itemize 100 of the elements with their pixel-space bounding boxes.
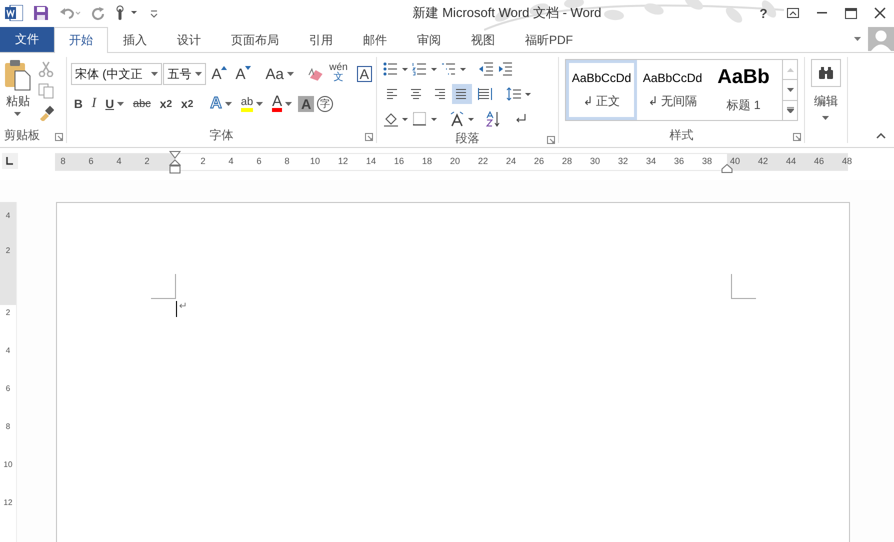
down-triangle-icon <box>245 66 252 70</box>
eraser-icon[interactable] <box>306 66 324 82</box>
customize-toolbar-icon[interactable] <box>149 8 159 18</box>
ruler-number: 12 <box>336 156 349 166</box>
tab-selector-icon[interactable] <box>2 153 18 169</box>
dialog-launcher-icon[interactable] <box>547 136 555 144</box>
text-effects-button[interactable]: A <box>207 93 235 115</box>
ruler-number: 32 <box>616 156 629 166</box>
margin-corner-mark <box>731 274 756 299</box>
up-triangle-icon <box>221 66 228 70</box>
ruler-number: 38 <box>700 156 713 166</box>
group-label: 字体 <box>210 127 234 144</box>
binoculars-icon <box>818 66 834 80</box>
group-label: 段落 <box>456 130 480 147</box>
ribbon-tab[interactable]: 开始 <box>54 27 108 53</box>
decrease-indent-icon[interactable] <box>478 62 494 76</box>
ribbon-tab[interactable]: 视图 <box>456 28 510 52</box>
ruler-number: 24 <box>504 156 517 166</box>
font-color-button[interactable]: A <box>269 93 296 115</box>
ribbon-tab[interactable]: 审阅 <box>402 28 456 52</box>
ribbon-tab[interactable]: 插入 <box>108 28 162 52</box>
caret-icon <box>256 102 264 106</box>
minimize-icon <box>816 12 826 14</box>
ribbon-tab[interactable]: 页面布局 <box>216 28 294 52</box>
strikethrough-button[interactable]: abc <box>130 93 154 115</box>
document-page[interactable]: ↵ <box>56 202 850 542</box>
align-lines-icon <box>409 88 423 100</box>
ruler-number: 6 <box>87 156 94 166</box>
ruler-number: 14 <box>364 156 377 166</box>
caret-icon[interactable] <box>854 36 862 42</box>
shrink-font-button[interactable]: A <box>232 63 254 85</box>
ruler-number: 26 <box>532 156 545 166</box>
undo-icon[interactable] <box>59 6 81 20</box>
style-option[interactable]: AaBb 标题 1 <box>708 60 779 120</box>
bullets-icon[interactable] <box>383 62 409 76</box>
font-size-field[interactable]: 五号 <box>163 63 206 85</box>
touch-mode-icon[interactable] <box>115 5 139 21</box>
align-lines-icon <box>478 88 492 100</box>
shading-icon[interactable] <box>383 111 409 127</box>
ruler-number: 44 <box>784 156 797 166</box>
dialog-launcher-icon[interactable] <box>55 133 63 141</box>
more-arrow-icon <box>786 107 794 114</box>
dialog-launcher-icon[interactable] <box>365 133 373 141</box>
text-cursor <box>176 301 177 317</box>
ruler-number: 40 <box>728 156 741 166</box>
character-border-button[interactable]: A <box>356 66 372 82</box>
character-shading-button[interactable]: A <box>298 96 314 112</box>
borders-icon[interactable] <box>412 111 438 127</box>
style-option[interactable]: AaBbCcDd ↲ 正文 <box>566 60 637 120</box>
change-case-button[interactable]: Aa <box>262 63 297 85</box>
window-title: 新建 Microsoft Word 文档 - Word <box>412 4 602 22</box>
file-tab[interactable]: 文件 <box>0 27 54 52</box>
text-direction-icon[interactable] <box>449 111 475 127</box>
paste-button[interactable]: 粘贴 <box>2 59 34 126</box>
font-name-field[interactable]: 宋体 (中文正 <box>71 63 162 85</box>
redo-icon[interactable] <box>91 6 105 20</box>
ruler-number: 20 <box>448 156 461 166</box>
ruler-number: 18 <box>420 156 433 166</box>
ruler-number: 30 <box>588 156 601 166</box>
up-arrow-icon <box>786 68 794 72</box>
ruler-number: 2 <box>6 246 10 256</box>
right-indent-marker-icon[interactable] <box>721 164 733 173</box>
ruler-number: 2 <box>199 156 206 166</box>
ruler-number: 8 <box>59 156 66 166</box>
ruler-number: 4 <box>115 156 122 166</box>
underline-button[interactable]: U <box>102 93 128 115</box>
bold-button[interactable]: B <box>71 93 86 115</box>
ruler-number: 8 <box>283 156 290 166</box>
caret-icon <box>224 102 232 106</box>
format-painter-icon[interactable] <box>38 105 54 121</box>
line-spacing-icon[interactable] <box>506 87 532 101</box>
ruler-number: 6 <box>255 156 262 166</box>
ribbon-tab[interactable]: 引用 <box>294 28 348 52</box>
phonetic-guide-button[interactable]: wén 文 <box>326 63 351 85</box>
caret-icon <box>117 102 124 106</box>
multilevel-list-icon[interactable] <box>441 62 467 76</box>
increase-indent-icon[interactable] <box>497 62 513 76</box>
ribbon-tab[interactable]: 设计 <box>162 28 216 52</box>
grow-font-button[interactable]: A <box>208 63 230 85</box>
collapse-ribbon-icon[interactable] <box>876 133 886 139</box>
word-logo-icon[interactable] <box>5 5 23 21</box>
enclose-characters-button[interactable]: 字 <box>317 96 334 112</box>
close-icon <box>874 7 886 19</box>
italic-button[interactable]: I <box>88 93 100 115</box>
numbering-icon[interactable] <box>412 62 438 76</box>
help-button[interactable]: ? <box>749 1 778 25</box>
editing-button[interactable]: 编辑 <box>811 57 841 121</box>
align-button[interactable] <box>452 84 472 104</box>
sort-icon[interactable] <box>486 111 502 127</box>
ruler-number: 22 <box>476 156 489 166</box>
ribbon-tab[interactable]: 福昕PDF <box>510 28 588 52</box>
ribbon-tab[interactable]: 邮件 <box>348 28 402 52</box>
style-option[interactable]: AaBbCcDd ↲ 无间隔 <box>637 60 708 120</box>
dialog-launcher-icon[interactable] <box>793 133 801 141</box>
highlight-button[interactable]: ab <box>238 93 266 115</box>
ruler-number: 10 <box>308 156 321 166</box>
ruler-number: 16 <box>392 156 405 166</box>
save-icon[interactable] <box>33 5 49 21</box>
down-arrow-icon <box>786 88 794 92</box>
maximize-icon <box>844 8 856 18</box>
